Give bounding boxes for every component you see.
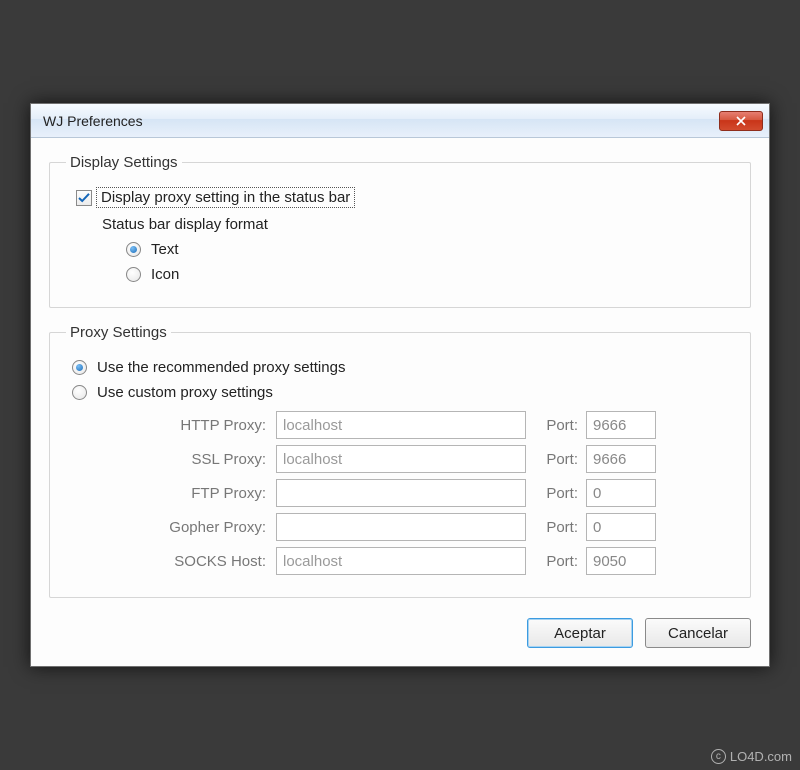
proxy-custom-label: Use custom proxy settings	[97, 384, 273, 401]
http-port-input[interactable]	[586, 411, 656, 439]
titlebar: WJ Preferences	[31, 104, 769, 138]
table-row: Gopher Proxy: Port:	[126, 513, 734, 541]
ftp-port-label: Port:	[526, 485, 586, 502]
table-row: SSL Proxy: Port:	[126, 445, 734, 473]
http-proxy-label: HTTP Proxy:	[126, 417, 276, 434]
table-row: SOCKS Host: Port:	[126, 547, 734, 575]
display-in-statusbar-label: Display proxy setting in the status bar	[96, 187, 355, 208]
proxy-recommended-row: Use the recommended proxy settings	[72, 359, 734, 376]
proxy-settings-legend: Proxy Settings	[66, 324, 171, 341]
cancel-button[interactable]: Cancelar	[645, 618, 751, 648]
display-settings-legend: Display Settings	[66, 154, 182, 171]
proxy-recommended-label: Use the recommended proxy settings	[97, 359, 345, 376]
gopher-port-label: Port:	[526, 519, 586, 536]
close-button[interactable]	[719, 111, 763, 131]
close-icon	[736, 116, 746, 126]
dialog-content: Display Settings Display proxy setting i…	[31, 138, 769, 666]
gopher-port-input[interactable]	[586, 513, 656, 541]
format-text-row: Text	[126, 241, 734, 258]
socks-host-input[interactable]	[276, 547, 526, 575]
window-title: WJ Preferences	[43, 113, 719, 129]
http-proxy-input[interactable]	[276, 411, 526, 439]
format-icon-label: Icon	[151, 266, 179, 283]
format-text-radio[interactable]	[126, 242, 141, 257]
proxy-custom-radio[interactable]	[72, 385, 87, 400]
copyright-icon: c	[711, 749, 726, 764]
proxy-custom-row: Use custom proxy settings	[72, 384, 734, 401]
display-settings-group: Display Settings Display proxy setting i…	[49, 154, 751, 308]
ftp-port-input[interactable]	[586, 479, 656, 507]
ssl-proxy-input[interactable]	[276, 445, 526, 473]
format-icon-radio[interactable]	[126, 267, 141, 282]
proxy-settings-group: Proxy Settings Use the recommended proxy…	[49, 324, 751, 598]
preferences-dialog: WJ Preferences Display Settings Display …	[30, 103, 770, 667]
watermark-text: LO4D.com	[730, 749, 792, 764]
socks-port-input[interactable]	[586, 547, 656, 575]
format-text-label: Text	[151, 241, 179, 258]
proxy-recommended-radio[interactable]	[72, 360, 87, 375]
format-label: Status bar display format	[102, 216, 734, 233]
display-in-statusbar-row: Display proxy setting in the status bar	[76, 187, 734, 208]
http-port-label: Port:	[526, 417, 586, 434]
proxy-grid: HTTP Proxy: Port: SSL Proxy: Port: FTP P…	[126, 411, 734, 575]
table-row: FTP Proxy: Port:	[126, 479, 734, 507]
ssl-port-label: Port:	[526, 451, 586, 468]
ssl-proxy-label: SSL Proxy:	[126, 451, 276, 468]
button-bar: Aceptar Cancelar	[49, 614, 751, 648]
display-in-statusbar-checkbox[interactable]	[76, 190, 92, 206]
ftp-proxy-label: FTP Proxy:	[126, 485, 276, 502]
gopher-proxy-input[interactable]	[276, 513, 526, 541]
socks-host-label: SOCKS Host:	[126, 553, 276, 570]
ftp-proxy-input[interactable]	[276, 479, 526, 507]
watermark: c LO4D.com	[711, 749, 792, 764]
format-icon-row: Icon	[126, 266, 734, 283]
socks-port-label: Port:	[526, 553, 586, 570]
checkmark-icon	[78, 192, 90, 204]
ssl-port-input[interactable]	[586, 445, 656, 473]
ok-button[interactable]: Aceptar	[527, 618, 633, 648]
table-row: HTTP Proxy: Port:	[126, 411, 734, 439]
gopher-proxy-label: Gopher Proxy:	[126, 519, 276, 536]
